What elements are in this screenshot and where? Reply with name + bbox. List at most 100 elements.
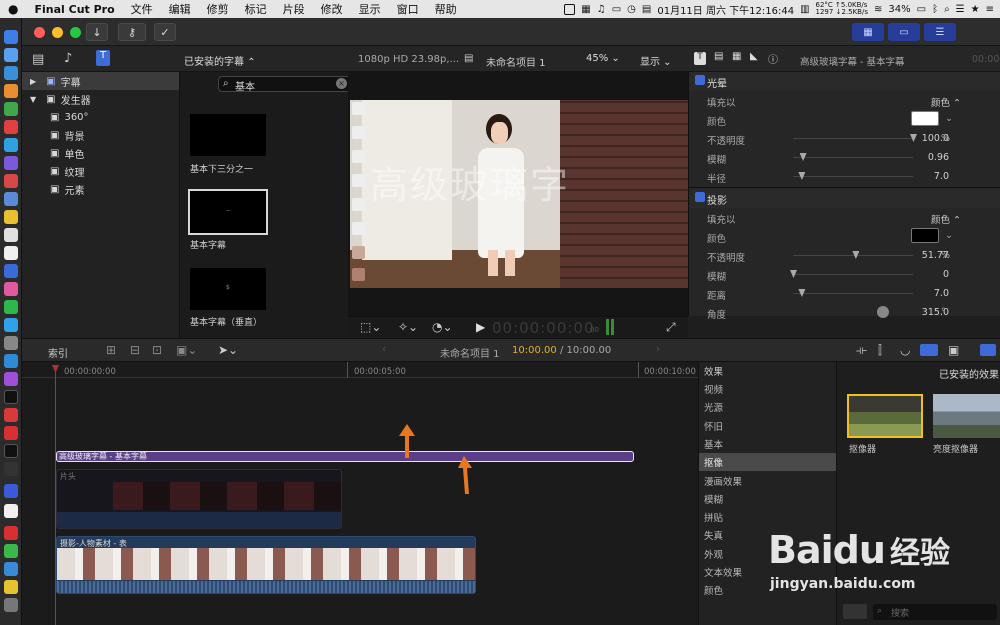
app-icon-13[interactable] [4,246,18,260]
sidebar-item-backgrounds[interactable]: ▣ 背景 [22,126,179,144]
menu-window[interactable]: 窗口 [389,1,427,17]
calendar-icon[interactable]: ▤ [642,4,651,15]
shadow-blur-value[interactable]: 0 [943,269,949,280]
app-icon-19[interactable] [4,354,18,368]
glow-color-swatch[interactable] [911,111,939,126]
shadow-distance-slider[interactable] [793,289,913,297]
overwrite-clip-icon[interactable]: ▣⌄ [176,343,197,357]
thumb-icon[interactable] [352,246,365,259]
effects-category-item[interactable]: 光源 [699,398,837,416]
thumb-icon[interactable] [352,198,365,211]
connect-clip-icon[interactable]: ⊞ [106,343,116,357]
keyer-thumbnail[interactable] [847,394,923,438]
messages-icon[interactable] [4,300,18,314]
luma-keyer-thumbnail[interactable] [933,394,1000,438]
app-icon-4[interactable] [4,84,18,98]
clock-icon[interactable]: ◷ [627,4,636,15]
select-tool-icon[interactable]: ➤⌄ [218,343,238,357]
menu-trim[interactable]: 修剪 [199,1,237,17]
media-icon[interactable]: ▤ [32,52,44,67]
music-icon[interactable]: ♫ [597,4,606,15]
glow-opacity-slider[interactable] [793,134,917,142]
effects-category-item[interactable]: 视频 [699,380,837,398]
list-icon[interactable]: ≡ [986,4,994,15]
transform-icon[interactable]: ⬚⌄ [360,320,381,334]
app-icon-6[interactable] [4,120,18,134]
app-icon-26[interactable] [4,484,18,498]
import-button[interactable]: ↓ [86,23,108,41]
main-clip[interactable]: 摄影-人物素材 - 表 [56,536,476,594]
app-icon-30[interactable] [4,562,18,576]
battery-percent[interactable]: 34% [888,4,910,15]
menu-clip[interactable]: 片段 [275,1,313,17]
slider-knob[interactable] [910,134,917,142]
effects-category-item[interactable]: 基本 [699,435,837,453]
shadow-blur-slider[interactable] [790,270,913,278]
keywords-button[interactable]: ⚷ [118,23,146,41]
shadow-checkbox[interactable] [695,192,705,202]
clip-appearance-icon[interactable]: ▣ [948,343,959,357]
app-icon-9[interactable] [4,174,18,188]
shadow-opacity-slider[interactable] [793,251,913,259]
effects-category-item[interactable]: 模糊 [699,490,837,508]
search-icon[interactable]: ⌕ [944,4,950,15]
photos-icon[interactable] [4,282,18,296]
notes-icon[interactable] [4,210,18,224]
glow-blur-slider[interactable] [793,153,913,161]
glow-blur-value[interactable]: 0.96 [928,152,949,163]
shadow-color-swatch[interactable] [911,228,939,243]
skimming-icon[interactable]: ⟛ [856,343,867,358]
glow-radius-value[interactable]: 7.0 [934,171,949,182]
text-inspector-icon[interactable]: T [694,52,706,65]
launchpad-icon[interactable] [4,48,18,62]
app-menu[interactable]: Final Cut Pro [26,3,122,16]
thumb-icon[interactable] [352,174,365,187]
slider-knob[interactable] [798,172,806,180]
star-icon[interactable]: ★ [971,4,980,15]
color-inspector-icon[interactable]: ◣ [750,51,758,62]
app-icon-8[interactable] [4,156,18,170]
tv-icon[interactable] [4,390,18,404]
calendar-dock-icon[interactable] [4,228,18,242]
search-field[interactable]: ⌕ 基本 × [218,76,352,93]
timeline-ruler[interactable]: 00:00:00:00 00:00:05:00 00:00:10:00 [22,362,698,378]
menu-mark[interactable]: 标记 [237,1,275,17]
thumb-icon[interactable] [352,222,365,235]
browser-filter[interactable]: 已安装的字幕 ⌃ [184,53,256,68]
control-center-icon[interactable]: ☰ [956,4,965,15]
chevron-down-icon[interactable]: ⌄ [945,113,953,124]
app-icon-31[interactable] [4,580,18,594]
thumb-icon[interactable] [352,150,365,163]
trash-icon[interactable] [4,598,18,612]
menu-modify[interactable]: 修改 [313,1,351,17]
app-icon-14[interactable] [4,264,18,278]
thumb-icon[interactable] [352,268,365,281]
fullscreen-icon[interactable]: ⤢ [666,320,676,335]
zoom-button[interactable] [70,27,81,38]
finder-icon[interactable] [4,30,18,44]
close-button[interactable] [34,27,45,38]
menu-edit[interactable]: 编辑 [161,1,199,17]
slider-knob[interactable] [799,153,807,161]
slider-knob[interactable] [798,289,806,297]
sidebar-item-titles[interactable]: ▶ ▣ 字幕 [22,72,179,90]
app-icon-17[interactable] [4,318,18,332]
sidebar-item-solids[interactable]: ▣ 单色 [22,144,179,162]
shadow-distance-value[interactable]: 7.0 [934,288,949,299]
effects-category-item[interactable]: 怀旧 [699,417,837,435]
app-icon-23[interactable] [4,426,18,440]
video-inspector-icon[interactable]: ▦ [732,51,741,62]
section-shadow[interactable]: 投影 [689,189,1000,208]
settings-icon[interactable] [4,336,18,350]
battery-icon[interactable]: ▭ [917,4,926,15]
play-icon[interactable]: ▶ [476,320,485,334]
timeline[interactable]: 00:00:00:00 00:00:05:00 00:00:10:00 高级玻璃… [22,362,698,625]
titles-generators-icon[interactable]: T [96,50,110,66]
view-menu[interactable]: 显示 ⌄ [640,53,672,68]
clip-thumbnail[interactable]: $ [190,268,266,310]
music-dock-icon[interactable] [4,408,18,422]
clear-search-icon[interactable]: × [336,78,347,89]
chrome-icon[interactable] [4,138,18,152]
stats-icon[interactable]: ▥ [800,4,809,15]
angle-dial[interactable] [877,306,889,318]
